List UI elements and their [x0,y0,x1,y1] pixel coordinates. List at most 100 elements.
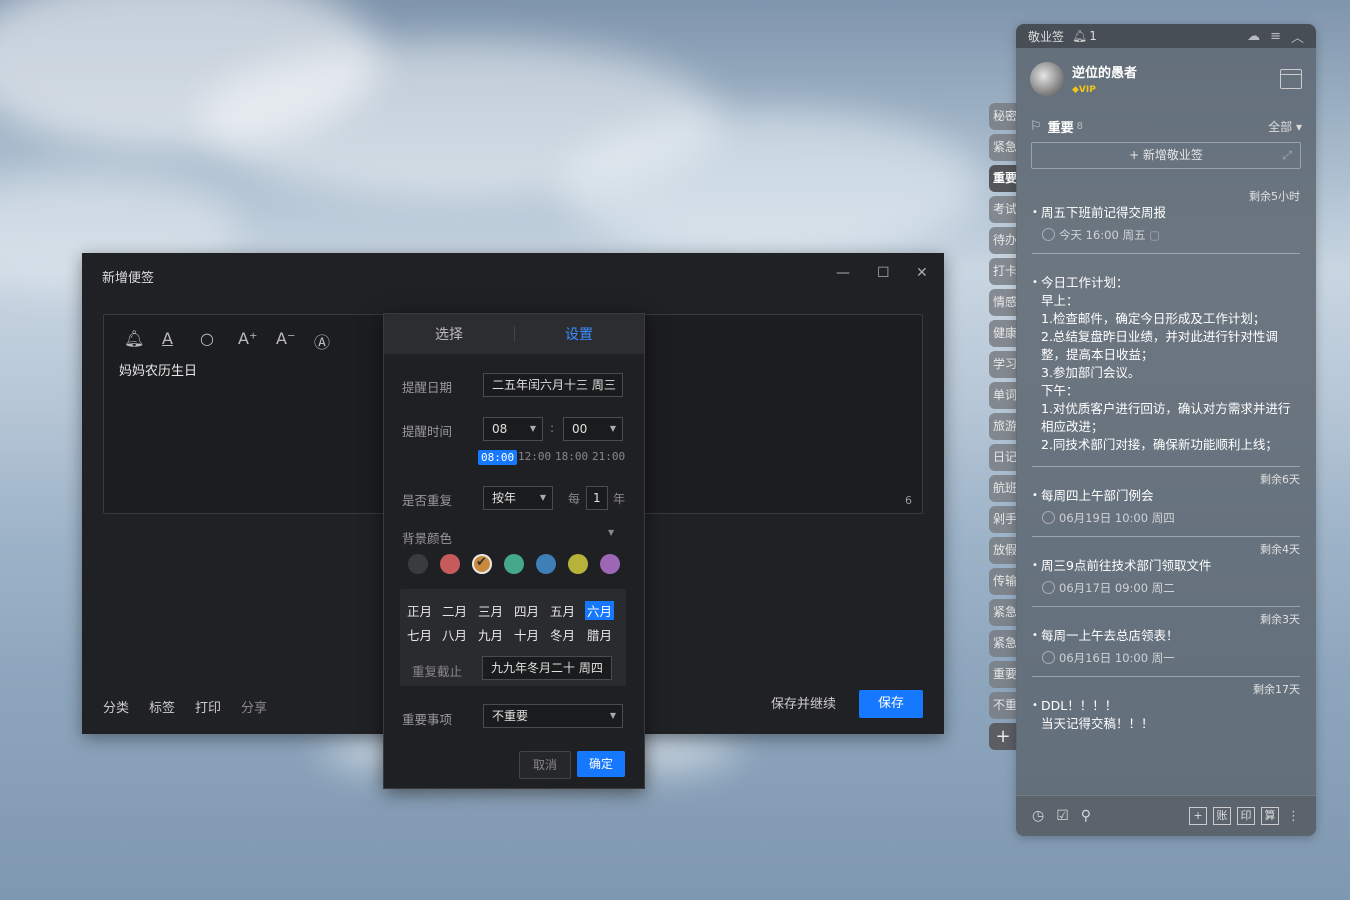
notes-panel: 敬业签 🔔︎ 1 ☁ ≡ ︿ 逆位的愚者 ◆VIP ⚐ 重要 8 全部 ▾ + … [1016,24,1316,836]
side-tab[interactable]: 不重 [989,692,1017,719]
list-item[interactable]: 剩余4天 周三9点前往技术部门领取文件 06月17日 09:00 周二 [1032,537,1300,607]
month-option[interactable]: 腊月 [587,625,612,644]
side-tab[interactable]: 剁手 [989,506,1017,533]
importance-select[interactable]: 不重要 ▼ [483,704,623,728]
side-tab[interactable]: 旅游 [989,413,1017,440]
close-icon[interactable]: ✕ [916,265,928,281]
side-tab[interactable]: 考试 [989,196,1017,223]
side-tab[interactable]: 健康 [989,320,1017,347]
list-item[interactable]: 剩余3天 每周一上午去总店领表！ 06月16日 10:00 周一 [1032,607,1300,677]
collapse-icon[interactable]: ︿ [1291,27,1304,46]
list-item[interactable]: 剩余6天 每周四上午部门例会 06月19日 10:00 周四 [1032,467,1300,537]
month-option[interactable]: 二月 [442,601,467,620]
bell-icon[interactable]: 🔔︎ [124,329,162,353]
text-style-icon[interactable]: Ⓐ [314,329,352,353]
search-icon[interactable]: ⚲ [1081,808,1091,824]
color-swatch-selected[interactable]: ✔ [472,554,492,574]
month-option-selected[interactable]: 六月 [585,601,615,620]
font-increase-icon[interactable]: A⁺ [238,329,276,353]
quick-time-1800[interactable]: 18:00 [555,450,588,463]
side-tab[interactable]: 情感 [989,289,1017,316]
tab-settings[interactable]: 设置 [514,324,644,344]
side-tab[interactable]: 秘密 [989,103,1017,130]
chevron-down-icon[interactable]: ▼ [608,528,614,537]
quick-time-0800[interactable]: 08:00 [478,450,518,465]
side-tab[interactable]: 学习 [989,351,1017,378]
remaining-time: 剩余6天 [1260,473,1300,486]
color-swatch[interactable] [536,554,556,574]
note-content[interactable]: 妈妈农历生日 [119,360,197,379]
every-input[interactable]: 1 [586,486,608,510]
remind-date-field[interactable]: 二五年闰六月十三 周三 [483,373,623,397]
search-icon[interactable]: ○ [200,329,238,353]
repeat-select[interactable]: 按年 ▼ [483,486,553,510]
filter-dropdown[interactable]: 全部 ▾ [1268,118,1302,135]
month-option[interactable]: 七月 [407,625,432,644]
font-decrease-icon[interactable]: A⁻ [276,329,314,353]
side-tab[interactable]: 重要 [989,661,1017,688]
clock-icon[interactable]: ◷ [1032,808,1044,824]
color-swatch[interactable] [504,554,524,574]
stamp-icon[interactable]: 印 [1237,807,1255,825]
side-tab-active[interactable]: 重要 [989,165,1017,192]
add-category-button[interactable]: + [989,723,1017,750]
side-tab[interactable]: 紧急 [989,599,1017,626]
repeat-end-field[interactable]: 九九年冬月二十 周四 [482,656,612,680]
list-item[interactable]: 剩余17天 DDL！！！！ 当天记得交稿！！！ [1032,677,1300,733]
minute-select[interactable]: 00 ▼ [563,417,623,441]
tag-link[interactable]: 标签 [149,697,175,716]
side-tab[interactable]: 待办 [989,227,1017,254]
more-icon[interactable]: ⋮ [1287,809,1300,824]
save-button[interactable]: 保存 [859,690,923,718]
tab-select[interactable]: 选择 [384,324,514,344]
month-option[interactable]: 冬月 [550,625,575,644]
month-option[interactable]: 八月 [442,625,467,644]
print-link[interactable]: 打印 [195,697,221,716]
text-underline-icon[interactable]: A [162,329,200,353]
color-swatch[interactable] [408,554,428,574]
quick-time-2100[interactable]: 21:00 [592,450,625,463]
minimize-icon[interactable]: — [836,265,850,281]
side-tab[interactable]: 传输 [989,568,1017,595]
side-tab[interactable]: 单词 [989,382,1017,409]
side-tab[interactable]: 紧急 [989,630,1017,657]
menu-icon[interactable]: ≡ [1270,29,1281,44]
cloud-sync-icon[interactable]: ☁ [1247,29,1260,44]
bell-icon[interactable]: 🔔︎ [1072,29,1087,43]
side-tab[interactable]: 紧急 [989,134,1017,161]
checklist-icon[interactable]: ☑ [1056,808,1069,824]
every-label: 每 [568,492,581,506]
hour-select[interactable]: 08 ▼ [483,417,543,441]
confirm-button[interactable]: 确定 [577,751,625,777]
cancel-button[interactable]: 取消 [519,751,571,779]
save-and-continue-button[interactable]: 保存并继续 [771,693,836,712]
category-link[interactable]: 分类 [103,697,129,716]
list-item[interactable]: 今日工作计划： 早上： 1.检查邮件，确定今日形成及工作计划； 2.总结复盘昨日… [1032,254,1300,467]
color-swatch[interactable] [440,554,460,574]
month-option[interactable]: 三月 [478,601,503,620]
list-item[interactable]: 剩余5小时 周五下班前记得交周报 今天 16:00 周五 ▢ [1032,184,1300,254]
calendar-icon[interactable] [1280,69,1302,89]
side-tab[interactable]: 日记 [989,444,1017,471]
maximize-icon[interactable]: ☐ [877,265,890,281]
note-list: 剩余5小时 周五下班前记得交周报 今天 16:00 周五 ▢ 今日工作计划： 早… [1016,184,1316,796]
add-note-button[interactable]: + 新增敬业签 ⤢ [1031,142,1301,169]
share-link[interactable]: 分享 [241,697,267,716]
repeat-icon [1042,581,1055,594]
pin-icon[interactable]: ⤢ [1282,143,1292,168]
month-option[interactable]: 正月 [407,601,432,620]
side-tab[interactable]: 打卡 [989,258,1017,285]
side-tab[interactable]: 放假 [989,537,1017,564]
color-swatch[interactable] [600,554,620,574]
add-icon[interactable]: + [1189,807,1207,825]
avatar[interactable] [1030,62,1064,96]
month-option[interactable]: 五月 [550,601,575,620]
account-book-icon[interactable]: 账 [1213,807,1231,825]
quick-time-1200[interactable]: 12:00 [518,450,551,463]
month-option[interactable]: 九月 [478,625,503,644]
month-option[interactable]: 十月 [514,625,539,644]
color-swatch[interactable] [568,554,588,574]
side-tab[interactable]: 航班 [989,475,1017,502]
calculator-icon[interactable]: 算 [1261,807,1279,825]
month-option[interactable]: 四月 [514,601,539,620]
